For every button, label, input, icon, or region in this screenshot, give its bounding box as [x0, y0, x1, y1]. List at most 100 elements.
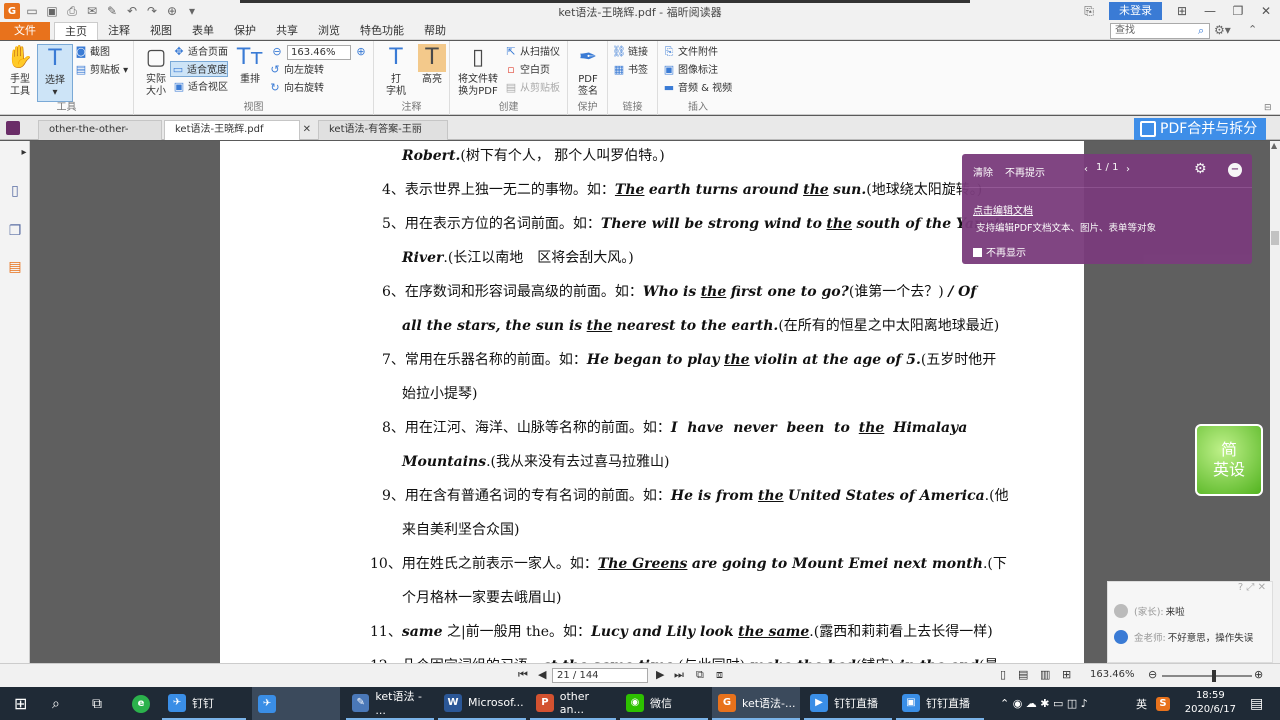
blank-page-button[interactable]: ▫ 空白页 — [504, 62, 550, 78]
restore-icon[interactable]: ❐ — [1224, 0, 1252, 22]
highlight-button[interactable]: T 高亮 — [414, 44, 450, 86]
taskbar-other[interactable]: Pother an... — [530, 687, 616, 720]
search-input[interactable]: 查找 — [1110, 23, 1210, 39]
gear-icon[interactable]: ⚙ — [1194, 161, 1207, 177]
rotate-right-button[interactable]: ↻ 向右旋转 — [268, 80, 324, 96]
zoom-select[interactable]: 163.46% — [287, 45, 351, 60]
file-attachment-button[interactable]: ⎘ 文件附件 — [662, 44, 718, 60]
fit-visible-button[interactable]: ▣ 适合视区 — [172, 79, 228, 95]
input-language[interactable]: 英 — [1130, 687, 1147, 720]
tip-no-more-button[interactable]: 不再提示 — [1005, 164, 1045, 179]
select-button[interactable]: T 选择 ▾ — [37, 44, 73, 102]
tab-share[interactable]: 共享 — [266, 22, 308, 40]
screenshot-button[interactable]: ◙ 截图 — [74, 44, 110, 60]
minimize-panel-icon[interactable]: − — [1228, 163, 1242, 177]
typewriter-button[interactable]: T 打 字机 — [378, 44, 414, 98]
fit-icon[interactable]: ⧉ — [696, 668, 704, 682]
link-button[interactable]: ⛓ 链接 — [612, 44, 648, 60]
device-icon[interactable]: ⎘ — [1075, 0, 1103, 22]
next-page-icon[interactable]: ▶ — [656, 668, 664, 681]
stamp-icon[interactable]: ⊕ — [164, 3, 180, 19]
tab-home[interactable]: 主页 — [54, 22, 98, 40]
tip-clear-button[interactable]: 清除 — [973, 164, 993, 179]
browser-icon[interactable]: e — [126, 687, 156, 720]
taskbar-dingding[interactable]: ✈ 钉钉 — [162, 687, 246, 720]
tray-icons[interactable]: ⌃ ◉ ☁ ✱ ▭ ◫ ♪ — [994, 687, 1088, 720]
taskbar-dingding-window[interactable]: ✈ — [252, 687, 340, 720]
search-icon[interactable]: ⌕ — [46, 687, 60, 720]
tab-features[interactable]: 特色功能 — [350, 22, 414, 40]
from-clipboard-button[interactable]: ▤ 从剪贴板 — [504, 80, 560, 96]
tab-protect[interactable]: 保护 — [224, 22, 266, 40]
pdf-page[interactable]: Robert.(树下有个人， 那个人叫罗伯特。) 4、表示世界上独一无二的事物。如… — [220, 141, 1084, 663]
dont-show-checkbox[interactable]: 不再显示 — [973, 244, 1026, 259]
zoom-out-icon[interactable]: ⊖ — [270, 44, 286, 60]
print-icon[interactable]: ⎙ — [64, 3, 80, 19]
scroll-up-icon[interactable]: ▲ — [1271, 141, 1277, 150]
taskbar-live-2[interactable]: ▣ 钉钉直播 — [896, 687, 984, 720]
clipboard-button[interactable]: ▤ 剪贴板 ▾ — [74, 62, 128, 78]
taskbar-live-1[interactable]: ▶ 钉钉直播 — [804, 687, 892, 720]
system-clock[interactable]: 18:59 2020/6/17 — [1185, 689, 1236, 717]
tab-browse[interactable]: 浏览 — [308, 22, 350, 40]
close-icon[interactable]: ✕ — [1258, 582, 1266, 593]
continuous-page-icon[interactable]: ▤ — [1018, 668, 1028, 681]
tip-next-icon[interactable]: › — [1126, 164, 1130, 175]
close-tab-icon[interactable]: ✕ — [303, 121, 311, 139]
zoom-slider-handle[interactable] — [1212, 670, 1216, 682]
redo-icon[interactable]: ↷ — [144, 3, 160, 19]
pin-icon[interactable]: ⊟ — [1264, 103, 1272, 113]
from-scanner-button[interactable]: ⇱ 从扫描仪 — [504, 44, 560, 60]
gear-icon[interactable]: ⚙▾ — [1214, 23, 1231, 37]
hand-tool-button[interactable]: ✋ 手型 工具 — [2, 44, 38, 98]
close-icon[interactable]: ✕ — [1252, 0, 1280, 22]
file-menu[interactable]: 文件 — [0, 22, 50, 40]
reflow-button[interactable]: Tт 重排 — [232, 44, 268, 86]
zoom-level[interactable]: 163.46% — [1090, 669, 1135, 680]
taskbar-ket-doc[interactable]: ✎ ket语法 - ... — [346, 687, 434, 720]
audio-video-button[interactable]: ▬ 音频 & 视频 — [662, 80, 732, 96]
tab-help[interactable]: 帮助 — [414, 22, 456, 40]
zoom-in-icon[interactable]: ⊕ — [1254, 668, 1263, 681]
notification-icon[interactable]: ▤ — [1244, 687, 1263, 720]
zoom-out-icon[interactable]: ⊖ — [1148, 668, 1157, 681]
undo-icon[interactable]: ↶ — [124, 3, 140, 19]
edit-document-link[interactable]: 点击编辑文档 — [973, 202, 1033, 217]
image-annotation-button[interactable]: ▣ 图像标注 — [662, 62, 718, 78]
doc-tab-other[interactable]: other-the-other-anothe... — [38, 120, 162, 153]
minimize-icon[interactable]: — — [1196, 0, 1224, 22]
page-number-input[interactable]: 21 / 144 — [552, 668, 648, 683]
continuous-icon[interactable]: ⧈ — [716, 668, 723, 682]
start-icon[interactable]: ⊞ — [8, 687, 27, 720]
prev-page-icon[interactable]: ◀ — [538, 668, 546, 681]
single-page-icon[interactable]: ▯ — [1000, 668, 1006, 681]
new-icon[interactable]: ✎ — [104, 3, 120, 19]
expand-icon[interactable]: ⤢ — [1246, 582, 1254, 593]
side-panel-icon[interactable] — [6, 121, 20, 135]
doc-tab-ket-grammar[interactable]: ket语法-王晓辉.pdf ✕ — [164, 120, 311, 140]
doc-tab-ket-answers[interactable]: ket语法-有答案-王丽婷... — [318, 120, 448, 153]
pages-icon[interactable]: ▯ — [7, 183, 23, 201]
fit-width-button[interactable]: ▭ 适合宽度 — [170, 61, 228, 77]
pdf-merge-split-button[interactable]: PDF合并与拆分 — [1134, 118, 1266, 140]
actual-size-button[interactable]: ▢ 实际 大小 — [138, 44, 174, 98]
taskbar-wechat[interactable]: ◉ 微信 — [620, 687, 708, 720]
split-icon[interactable]: ⊞ — [1062, 668, 1071, 681]
email-icon[interactable]: ✉ — [84, 3, 100, 19]
ime-icon[interactable]: S — [1150, 687, 1176, 720]
collapse-ribbon-icon[interactable]: ⌃ — [1248, 23, 1257, 36]
bookmark-button[interactable]: ▦ 书签 — [612, 62, 648, 78]
dropdown-icon[interactable]: ▾ — [184, 3, 200, 19]
help-icon[interactable]: ? — [1238, 582, 1243, 593]
login-button[interactable]: 未登录 — [1109, 2, 1162, 20]
fit-page-button[interactable]: ✥ 适合页面 — [172, 44, 228, 60]
convert-to-pdf-button[interactable]: ▯ 将文件转 换为PDF — [454, 44, 502, 98]
last-page-icon[interactable]: ⏭ — [674, 668, 684, 682]
tab-view[interactable]: 视图 — [140, 22, 182, 40]
taskbar-word[interactable]: W Microsof... — [438, 687, 526, 720]
tip-prev-icon[interactable]: ‹ — [1084, 164, 1088, 175]
rotate-left-button[interactable]: ↺ 向左旋转 — [268, 62, 324, 78]
tab-comment[interactable]: 注释 — [98, 22, 140, 40]
open-icon[interactable]: ▭ — [24, 3, 40, 19]
zoom-in-icon[interactable]: ⊕ — [354, 44, 370, 60]
